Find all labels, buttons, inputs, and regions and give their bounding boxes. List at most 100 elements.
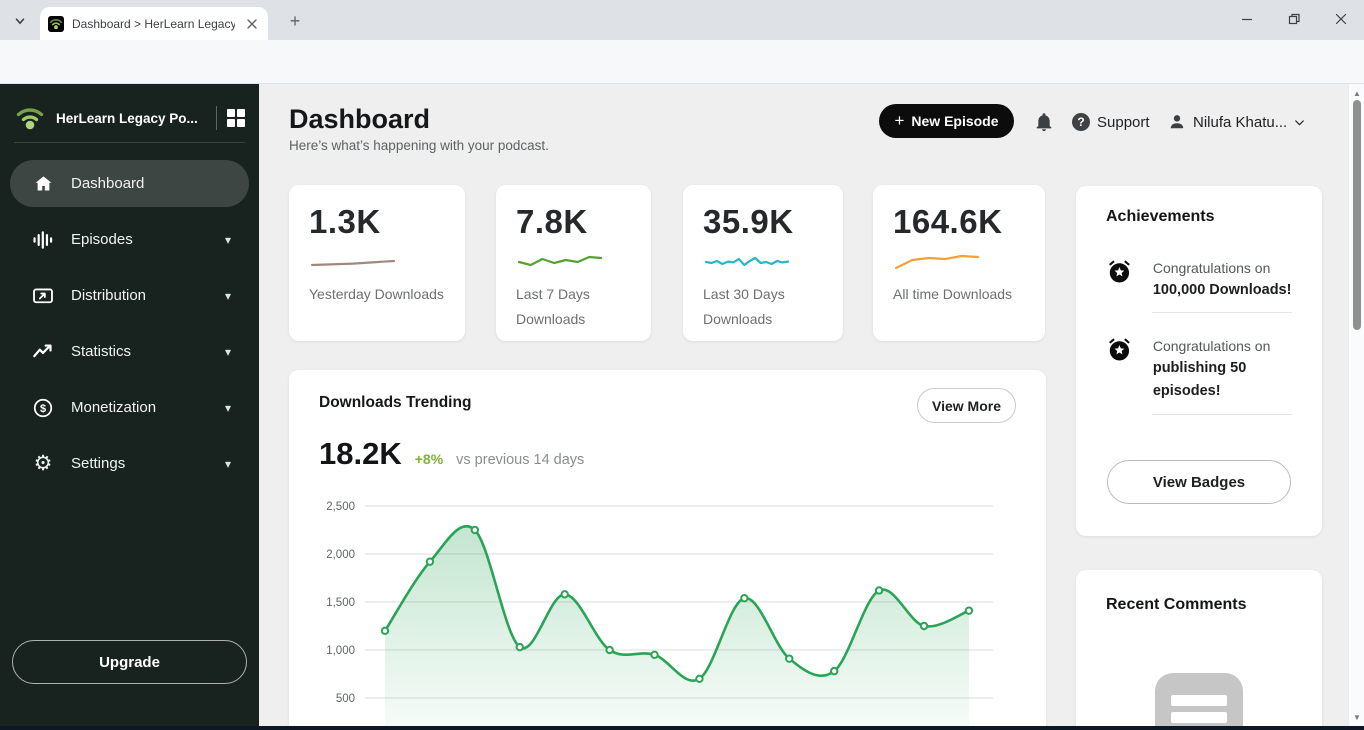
bell-icon xyxy=(1036,113,1052,132)
window-close-button[interactable] xyxy=(1317,0,1364,38)
sidebar: HerLearn Legacy Po... Dashboard Episodes… xyxy=(0,84,259,726)
page-subtitle: Here’s what’s happening with your podcas… xyxy=(289,138,549,153)
plus-icon: + xyxy=(894,111,905,130)
share-screen-icon xyxy=(32,285,54,307)
dollar-icon: $ xyxy=(32,397,54,419)
trending-delta: +8% xyxy=(414,451,444,467)
achievement-prefix: Congratulations on xyxy=(1152,338,1271,354)
sidebar-header-divider xyxy=(216,106,217,130)
divider xyxy=(1152,414,1292,415)
stat-card-alltime: 164.6K All time Downloads xyxy=(873,185,1045,341)
home-icon xyxy=(32,173,54,195)
new-episode-label: New Episode xyxy=(911,113,999,129)
stat-card-7days: 7.8K Last 7 Days Downloads xyxy=(496,185,651,341)
sidebar-item-settings[interactable]: ⚙ Settings ▾ xyxy=(10,440,249,487)
upgrade-button[interactable]: Upgrade xyxy=(12,640,247,684)
question-icon: ? xyxy=(1072,113,1090,131)
waveform-icon xyxy=(32,229,54,251)
svg-text:500: 500 xyxy=(336,693,355,705)
stat-label: Last 7 Days Downloads xyxy=(516,286,590,328)
divider xyxy=(1152,312,1292,313)
stat-value: 7.8K xyxy=(516,203,588,240)
app-viewport: HerLearn Legacy Po... Dashboard Episodes… xyxy=(0,84,1364,726)
achievement-text: Congratulations on publishing 50 episode… xyxy=(1153,336,1292,403)
svg-text:1,500: 1,500 xyxy=(326,597,355,609)
stat-label: Yesterday Downloads xyxy=(309,286,444,302)
tab-search-button[interactable] xyxy=(8,9,32,33)
sidebar-item-monetization[interactable]: $ Monetization ▾ xyxy=(10,384,249,431)
chevron-down-icon[interactable]: ▾ xyxy=(225,401,231,415)
view-more-button[interactable]: View More xyxy=(917,388,1016,423)
svg-text:2,000: 2,000 xyxy=(326,549,355,561)
apps-grid-icon[interactable] xyxy=(227,109,245,127)
achievements-card: Achievements Congratulations on 100,000 … xyxy=(1076,186,1322,536)
sidebar-item-label: Dashboard xyxy=(71,175,145,192)
sparkline-icon xyxy=(704,256,790,267)
view-badges-button[interactable]: View Badges xyxy=(1107,460,1291,504)
stat-label: Last 30 Days Downloads xyxy=(703,286,785,328)
sidebar-item-label: Settings xyxy=(71,455,126,472)
sidebar-item-label: Episodes xyxy=(71,231,133,248)
new-tab-button[interactable]: + xyxy=(284,10,306,32)
achievement-prefix: Congratulations on xyxy=(1152,260,1271,276)
sidebar-item-statistics[interactable]: Statistics ▾ xyxy=(10,328,249,375)
achievement-item: Congratulations on 100,000 Downloads! xyxy=(1106,258,1292,302)
recent-comments-title: Recent Comments xyxy=(1106,596,1247,613)
notifications-button[interactable] xyxy=(1031,109,1057,135)
trending-total: 18.2K xyxy=(319,436,402,471)
chevron-down-icon xyxy=(1295,119,1305,125)
achievement-item: Congratulations on publishing 50 episode… xyxy=(1106,336,1292,403)
stat-value: 164.6K xyxy=(893,203,1003,240)
achievements-title: Achievements xyxy=(1106,208,1215,225)
support-button[interactable]: ? Support xyxy=(1072,110,1150,134)
chevron-down-icon[interactable]: ▾ xyxy=(225,233,231,247)
chevron-down-icon[interactable]: ▾ xyxy=(225,457,231,471)
empty-comments-icon xyxy=(1155,673,1243,726)
scrollbar-thumb[interactable] xyxy=(1353,100,1361,330)
sidebar-item-episodes[interactable]: Episodes ▾ xyxy=(10,216,249,263)
chevron-down-icon xyxy=(15,18,25,25)
browser-tab-strip: Dashboard > HerLearn Legacy P + xyxy=(0,0,1364,40)
badge-alarm-star-icon xyxy=(1109,260,1130,283)
scroll-down-icon[interactable]: ▼ xyxy=(1349,710,1364,724)
scroll-up-icon[interactable]: ▲ xyxy=(1349,86,1364,100)
podcast-name: HerLearn Legacy Po... xyxy=(56,110,198,126)
browser-toolbar: admin5.podbean.com/nilufakhatun9753/dash… xyxy=(0,40,1364,119)
svg-text:1,000: 1,000 xyxy=(326,645,355,657)
achievement-highlight: 100,000 Downloads! xyxy=(1152,282,1292,298)
page-scrollbar[interactable]: ▲ ▼ xyxy=(1348,84,1364,726)
taskbar-edge xyxy=(0,726,1364,730)
person-icon xyxy=(1170,115,1184,129)
recent-comments-card: Recent Comments xyxy=(1076,570,1322,726)
new-episode-button[interactable]: + New Episode xyxy=(879,104,1014,138)
chevron-down-icon[interactable]: ▾ xyxy=(225,345,231,359)
sparkline-icon xyxy=(894,254,980,270)
podcast-logo-icon xyxy=(16,108,44,130)
sidebar-item-label: Monetization xyxy=(71,399,157,416)
chevron-down-icon[interactable]: ▾ xyxy=(225,289,231,303)
podbean-favicon-icon xyxy=(48,15,64,32)
stat-value: 35.9K xyxy=(703,203,794,240)
window-restore-button[interactable] xyxy=(1270,0,1317,38)
stat-value: 1.3K xyxy=(309,203,381,240)
sidebar-item-label: Statistics xyxy=(71,343,132,360)
svg-text:2,500: 2,500 xyxy=(326,501,355,513)
user-menu[interactable]: Nilufa Khatu... xyxy=(1167,110,1306,134)
stat-card-yesterday: 1.3K Yesterday Downloads xyxy=(289,185,465,341)
browser-tab[interactable]: Dashboard > HerLearn Legacy P xyxy=(40,7,268,40)
sidebar-item-distribution[interactable]: Distribution ▾ xyxy=(10,272,249,319)
sparkline-icon xyxy=(517,255,603,267)
sidebar-item-dashboard[interactable]: Dashboard xyxy=(10,160,249,207)
sidebar-item-label: Distribution xyxy=(71,287,147,304)
stat-card-30days: 35.9K Last 30 Days Downloads xyxy=(683,185,843,341)
tab-close-icon[interactable] xyxy=(243,15,260,32)
page-title: Dashboard xyxy=(289,104,431,134)
sidebar-nav: Dashboard Episodes ▾ Distribution ▾ Stat… xyxy=(0,160,259,496)
sparkline-icon xyxy=(310,259,396,267)
window-minimize-button[interactable] xyxy=(1223,0,1270,38)
stat-label: All time Downloads xyxy=(893,286,1013,302)
gear-icon: ⚙ xyxy=(33,452,53,475)
achievement-highlight: publishing 50 episodes! xyxy=(1152,360,1247,399)
trending-stats: 18.2K +8% vs previous 14 days xyxy=(319,436,584,472)
achievement-text: Congratulations on 100,000 Downloads! xyxy=(1153,258,1292,302)
